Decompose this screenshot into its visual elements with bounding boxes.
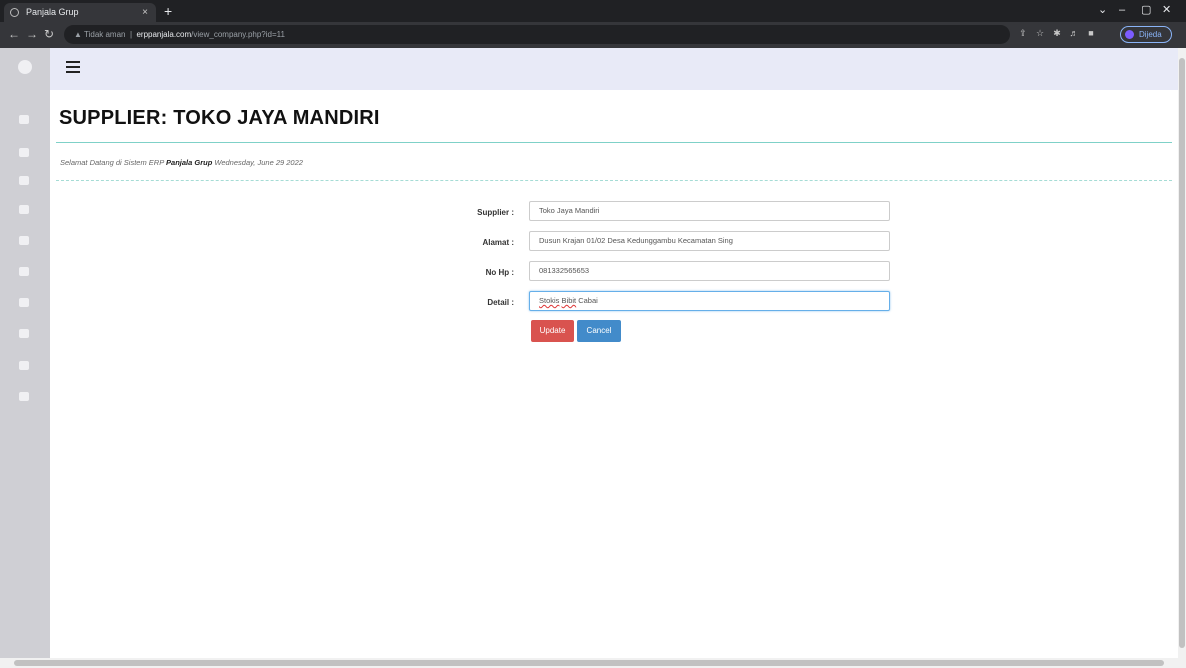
bookmark-star-icon[interactable]: ☆ <box>1035 28 1045 38</box>
detail-label: Detail : <box>487 298 514 307</box>
favicon-icon <box>10 8 19 17</box>
menu-icon[interactable] <box>66 61 80 73</box>
sidebar-item-grid-icon[interactable] <box>19 267 29 276</box>
header-divider <box>56 180 1172 181</box>
minimize-icon[interactable]: – <box>1119 3 1125 17</box>
title-divider <box>56 142 1172 143</box>
welcome-prefix: Selamat Datang di Sistem ERP <box>60 158 164 167</box>
sidebar <box>0 48 50 658</box>
profile-button[interactable]: Dijeda <box>1120 26 1172 43</box>
update-button[interactable]: Update <box>531 320 574 342</box>
media-icon[interactable]: ♬ <box>1069 28 1079 38</box>
sidebar-item-table-icon[interactable] <box>19 329 29 338</box>
detail-word-bibit: Bibit <box>561 296 577 305</box>
tab-close-icon[interactable]: × <box>142 3 148 22</box>
new-tab-button[interactable]: + <box>164 2 172 20</box>
vertical-scroll-thumb[interactable] <box>1179 58 1185 648</box>
welcome-date: Wednesday, June 29 2022 <box>214 158 303 167</box>
alamat-value: Dusun Krajan 01/02 Desa Kedunggambu Keca… <box>539 236 733 245</box>
address-bar[interactable]: ▲ Tidak aman | erppanjala.com/view_compa… <box>64 25 1010 44</box>
welcome-brand: Panjala Grup <box>166 158 213 167</box>
supplier-value: Toko Jaya Mandiri <box>539 206 600 215</box>
cancel-button[interactable]: Cancel <box>577 320 621 342</box>
reload-icon[interactable]: ↻ <box>44 27 54 41</box>
sidebar-item-dashboard-icon[interactable] <box>19 115 29 124</box>
welcome-text: Selamat Datang di Sistem ERP Panjala Gru… <box>60 158 303 167</box>
sidebar-item-card-icon[interactable] <box>19 298 29 307</box>
url-path: /view_company.php?id=11 <box>191 30 285 39</box>
profile-label: Dijeda <box>1139 30 1162 39</box>
horizontal-scroll-thumb[interactable] <box>14 660 1164 666</box>
browser-tab-strip: Panjala Grup × + ⌄ – ▢ ✕ <box>0 0 1186 22</box>
logo-icon[interactable] <box>18 60 32 74</box>
sidebar-item-lock-icon[interactable] <box>19 205 29 214</box>
tab-title: Panjala Grup <box>26 7 79 17</box>
avatar <box>1125 30 1134 39</box>
maximize-icon[interactable]: ▢ <box>1141 3 1151 17</box>
forward-icon[interactable]: → <box>26 27 38 41</box>
security-warning: ▲ Tidak aman <box>74 30 126 39</box>
sidebar-item-settings-icon[interactable] <box>19 392 29 401</box>
nohp-label: No Hp : <box>485 268 514 277</box>
sidepanel-icon[interactable]: ■ <box>1086 28 1096 38</box>
detail-input[interactable]: Stokis Bibit Cabai <box>529 291 890 311</box>
url-host: erppanjala.com <box>136 30 192 39</box>
share-icon[interactable]: ⇪ <box>1018 28 1028 38</box>
close-window-icon[interactable]: ✕ <box>1162 3 1171 17</box>
alamat-input[interactable]: Dusun Krajan 01/02 Desa Kedunggambu Keca… <box>529 231 890 251</box>
nohp-value: 081332565653 <box>539 266 590 275</box>
app-topbar <box>50 48 1178 90</box>
sidebar-item-calendar-icon[interactable] <box>19 148 29 157</box>
alamat-label: Alamat : <box>482 238 514 247</box>
back-icon[interactable]: ← <box>8 27 20 41</box>
tab-search-icon[interactable]: ⌄ <box>1098 3 1107 17</box>
sidebar-item-folder-icon[interactable] <box>19 236 29 245</box>
browser-toolbar: ← → ↻ ▲ Tidak aman | erppanjala.com/view… <box>0 22 1186 48</box>
vertical-scrollbar[interactable] <box>1178 48 1186 658</box>
horizontal-scrollbar[interactable] <box>0 658 1186 668</box>
extensions-icon[interactable]: ✱ <box>1052 28 1062 38</box>
sidebar-item-user-icon[interactable] <box>19 176 29 185</box>
sidebar-item-edit-icon[interactable] <box>19 361 29 370</box>
page-title: SUPPLIER: TOKO JAYA MANDIRI <box>59 107 380 129</box>
detail-word-cabai: Cabai <box>578 296 598 305</box>
detail-word-stokis: Stokis <box>539 296 560 305</box>
supplier-input[interactable]: Toko Jaya Mandiri <box>529 201 890 221</box>
browser-tab[interactable]: Panjala Grup × <box>4 3 156 22</box>
supplier-label: Supplier : <box>477 208 514 217</box>
nohp-input[interactable]: 081332565653 <box>529 261 890 281</box>
